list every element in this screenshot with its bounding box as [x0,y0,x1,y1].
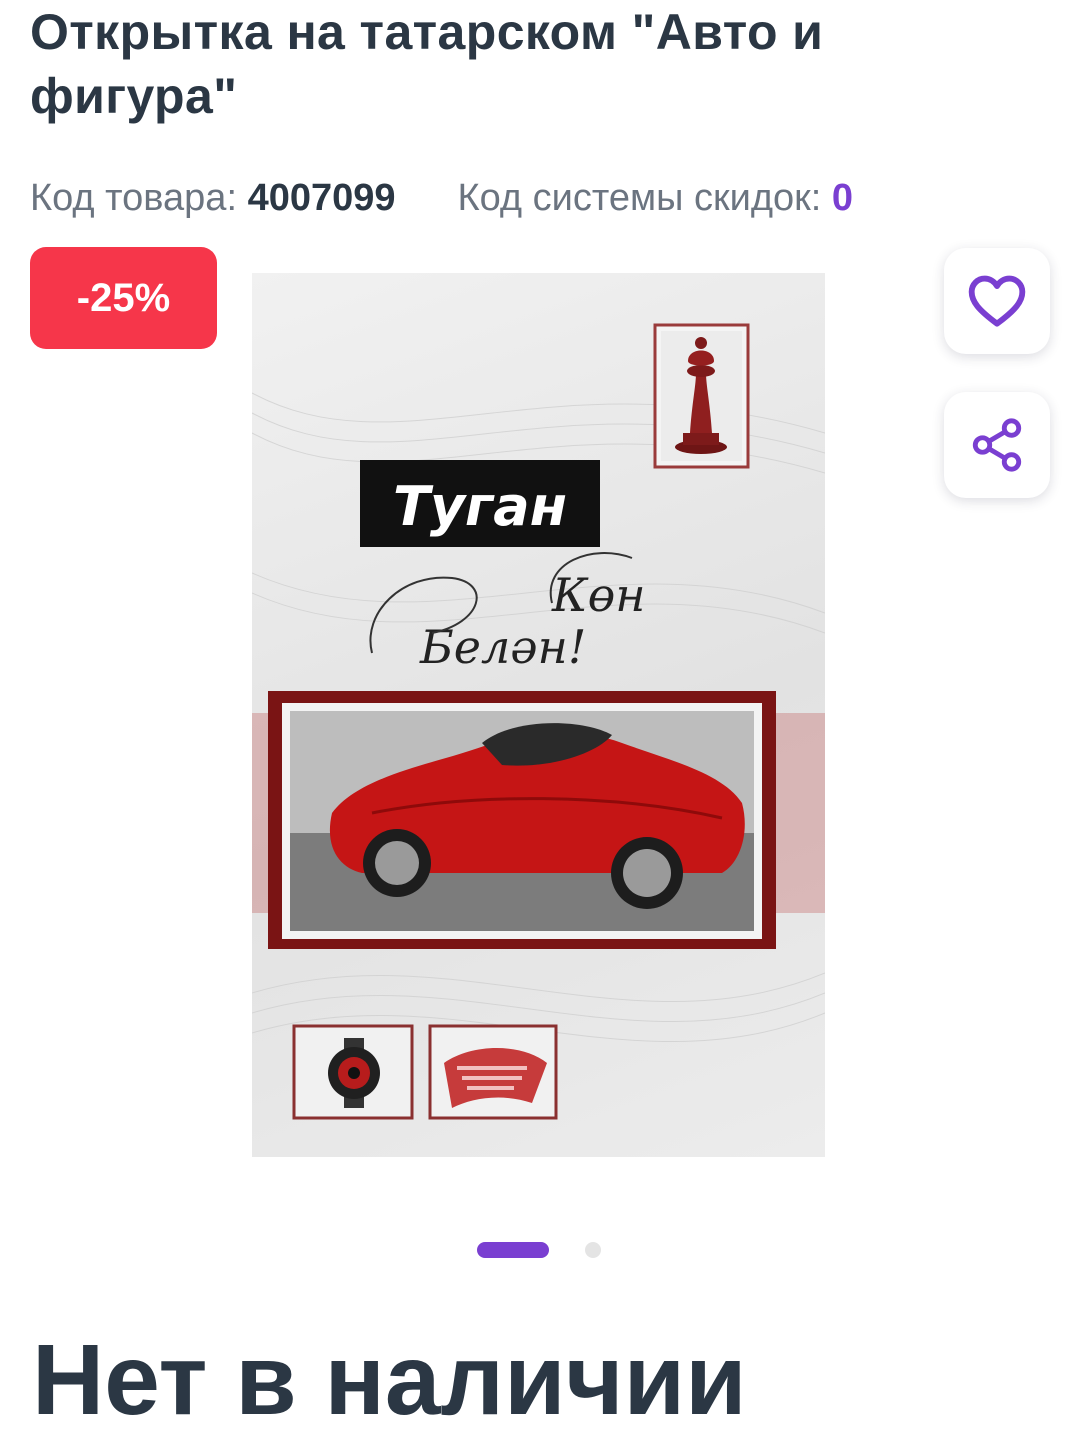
car-picture [252,691,825,949]
greeting-line-2: Көн [551,568,646,622]
product-code-value: 4007099 [247,177,396,219]
carousel-dot[interactable] [585,1242,601,1258]
favorite-button[interactable] [944,248,1050,354]
product-title: Открытка на татарском "Авто и фигура" [30,4,824,124]
discount-badge: -25% [30,247,217,349]
chess-piece-picture [653,323,750,469]
product-code-label: Код товара: [30,177,248,219]
availability-status: Нет в наличии [32,1324,747,1436]
carousel-dot-active[interactable] [477,1242,549,1258]
watch-picture [292,1024,414,1120]
carousel-pagination [0,1240,1080,1260]
product-codes: Код товара: 4007099 Код системы скидок: 0 [30,174,853,222]
greeting-line-1: Туган [393,475,567,538]
greeting-line-3: Белән! [419,620,586,674]
discount-code-label: Код системы скидок: [457,177,832,219]
tie-picture [428,1024,558,1120]
heart-icon [968,275,1026,327]
product-page: Открытка на татарском "Авто и фигура" Ко… [0,0,1080,1440]
share-icon [972,418,1022,472]
product-image[interactable]: Туган Көн Белән! [252,273,825,1157]
share-button[interactable] [944,392,1050,498]
greeting-card-illustration: Туган Көн Белән! [252,323,825,1120]
discount-code-value[interactable]: 0 [832,177,853,219]
